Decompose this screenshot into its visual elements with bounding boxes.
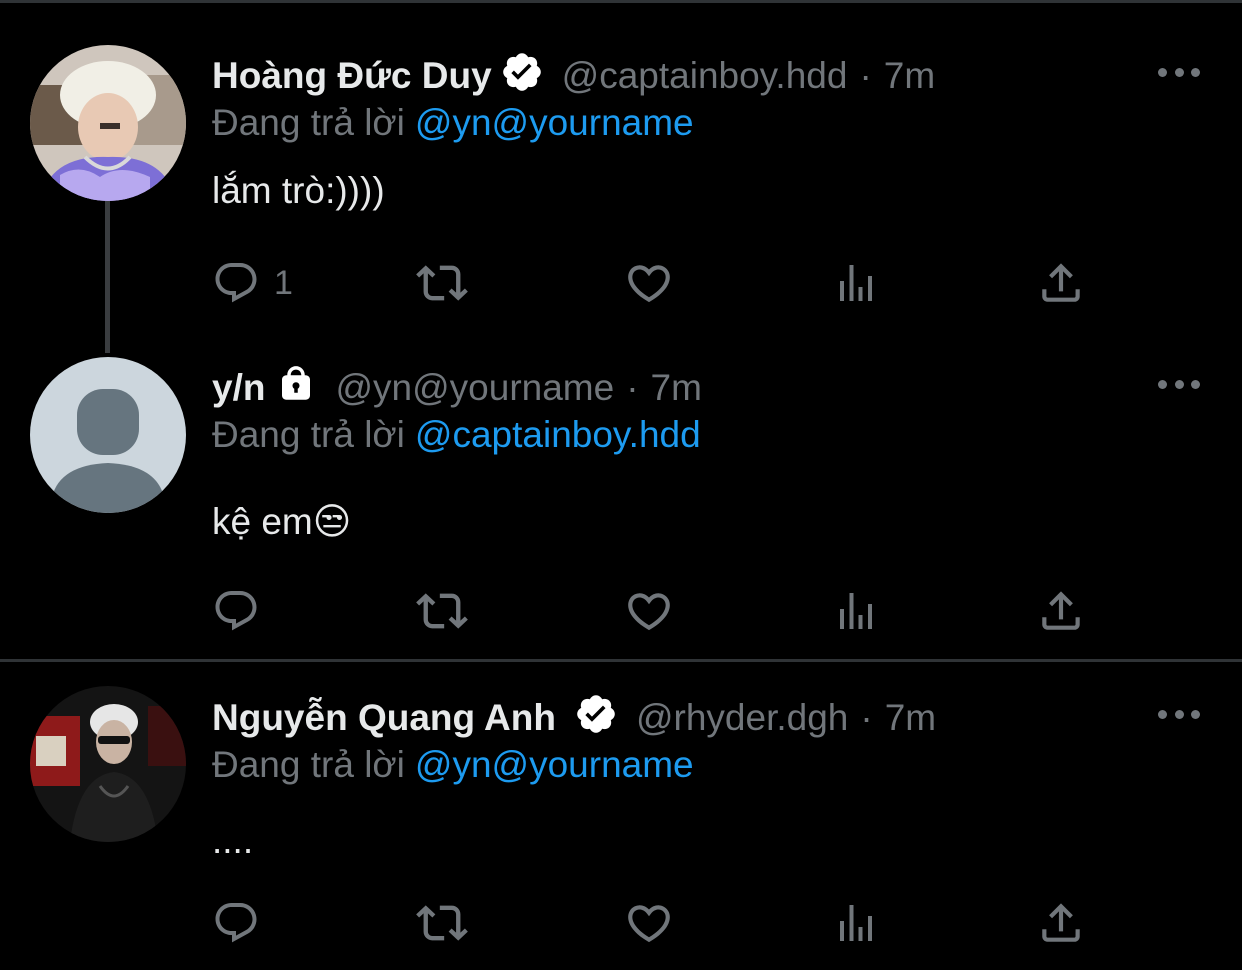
reply-button[interactable] <box>212 898 260 948</box>
reply-context: Đang trả lời @yn@yourname <box>212 744 694 786</box>
display-name[interactable]: y/n <box>212 367 265 409</box>
handle[interactable]: @rhyder.dgh <box>636 697 848 739</box>
like-icon <box>624 586 674 636</box>
retweet-button[interactable] <box>416 258 468 308</box>
avatar-nguyen-quang-anh[interactable] <box>30 686 186 842</box>
like-icon <box>624 898 674 948</box>
tweet-header: Hoàng Đức Duy @captainboy.hdd · 7m <box>212 50 935 102</box>
tweet-1[interactable]: Hoàng Đức Duy @captainboy.hdd · 7m Đang … <box>0 0 1242 353</box>
more-options-icon[interactable] <box>1158 377 1200 391</box>
reply-button[interactable]: 1 <box>212 258 293 308</box>
reply-count: 1 <box>274 263 293 302</box>
reply-button[interactable] <box>212 586 260 636</box>
retweet-button[interactable] <box>416 898 468 948</box>
display-name[interactable]: Hoàng Đức Duy <box>212 55 492 97</box>
reply-icon <box>212 587 260 635</box>
analytics-icon <box>832 899 880 947</box>
avatar-default[interactable] <box>30 357 186 513</box>
like-button[interactable] <box>624 586 674 636</box>
share-icon <box>1036 258 1086 308</box>
analytics-button[interactable] <box>832 898 880 948</box>
tweet-header: Nguyễn Quang Anh @rhyder.dgh · 7m <box>212 692 936 744</box>
thread-line <box>105 201 110 353</box>
reply-prefix: Đang trả lời <box>212 744 405 785</box>
display-name[interactable]: Nguyễn Quang Anh <box>212 697 556 739</box>
tweet-text: .... <box>212 820 254 861</box>
retweet-icon <box>416 585 468 637</box>
tweet-2[interactable]: y/n @yn@yourname · 7m Đang trả lời @capta… <box>0 340 1242 658</box>
tweet-actions <box>212 586 1092 636</box>
more-options-icon[interactable] <box>1158 707 1200 721</box>
lock-icon <box>275 363 317 414</box>
tweet-actions: 1 <box>212 258 1092 308</box>
retweet-button[interactable] <box>416 586 468 636</box>
like-icon <box>624 258 674 308</box>
share-icon <box>1036 586 1086 636</box>
tweet-3[interactable]: Nguyễn Quang Anh @rhyder.dgh · 7m Đang t… <box>0 662 1242 970</box>
reply-icon <box>212 899 260 947</box>
reply-icon <box>212 259 260 307</box>
verified-icon <box>574 692 618 745</box>
verified-icon <box>500 50 544 103</box>
retweet-icon <box>416 257 468 309</box>
reply-mention[interactable]: @captainboy.hdd <box>415 414 701 455</box>
analytics-button[interactable] <box>832 258 880 308</box>
like-button[interactable] <box>624 258 674 308</box>
reply-prefix: Đang trả lời <box>212 414 405 455</box>
share-button[interactable] <box>1036 586 1086 636</box>
reply-context: Đang trả lời @yn@yourname <box>212 102 694 144</box>
separator: · <box>860 697 873 738</box>
handle[interactable]: @captainboy.hdd <box>562 55 848 97</box>
reply-mention[interactable]: @yn@yourname <box>415 744 694 785</box>
separator: · <box>626 367 639 408</box>
more-options-icon[interactable] <box>1158 65 1200 79</box>
share-button[interactable] <box>1036 258 1086 308</box>
reply-context: Đang trả lời @captainboy.hdd <box>212 414 701 456</box>
timestamp[interactable]: 7m <box>651 367 702 409</box>
reply-prefix: Đang trả lời <box>212 102 405 143</box>
tweet-actions <box>212 898 1092 948</box>
reply-mention[interactable]: @yn@yourname <box>415 102 694 143</box>
timestamp[interactable]: 7m <box>885 697 936 739</box>
handle[interactable]: @yn@yourname <box>335 367 614 409</box>
like-button[interactable] <box>624 898 674 948</box>
tweet-text: lắm trò:)))) <box>212 170 385 211</box>
analytics-icon <box>832 259 880 307</box>
separator: · <box>859 55 872 96</box>
share-icon <box>1036 898 1086 948</box>
tweet-header: y/n @yn@yourname · 7m <box>212 362 702 414</box>
avatar-hoang-duc-duy[interactable] <box>30 45 186 201</box>
analytics-icon <box>832 587 880 635</box>
share-button[interactable] <box>1036 898 1086 948</box>
tweet-text: kệ em😒 <box>212 501 352 542</box>
timestamp[interactable]: 7m <box>884 55 935 97</box>
retweet-icon <box>416 897 468 949</box>
analytics-button[interactable] <box>832 586 880 636</box>
